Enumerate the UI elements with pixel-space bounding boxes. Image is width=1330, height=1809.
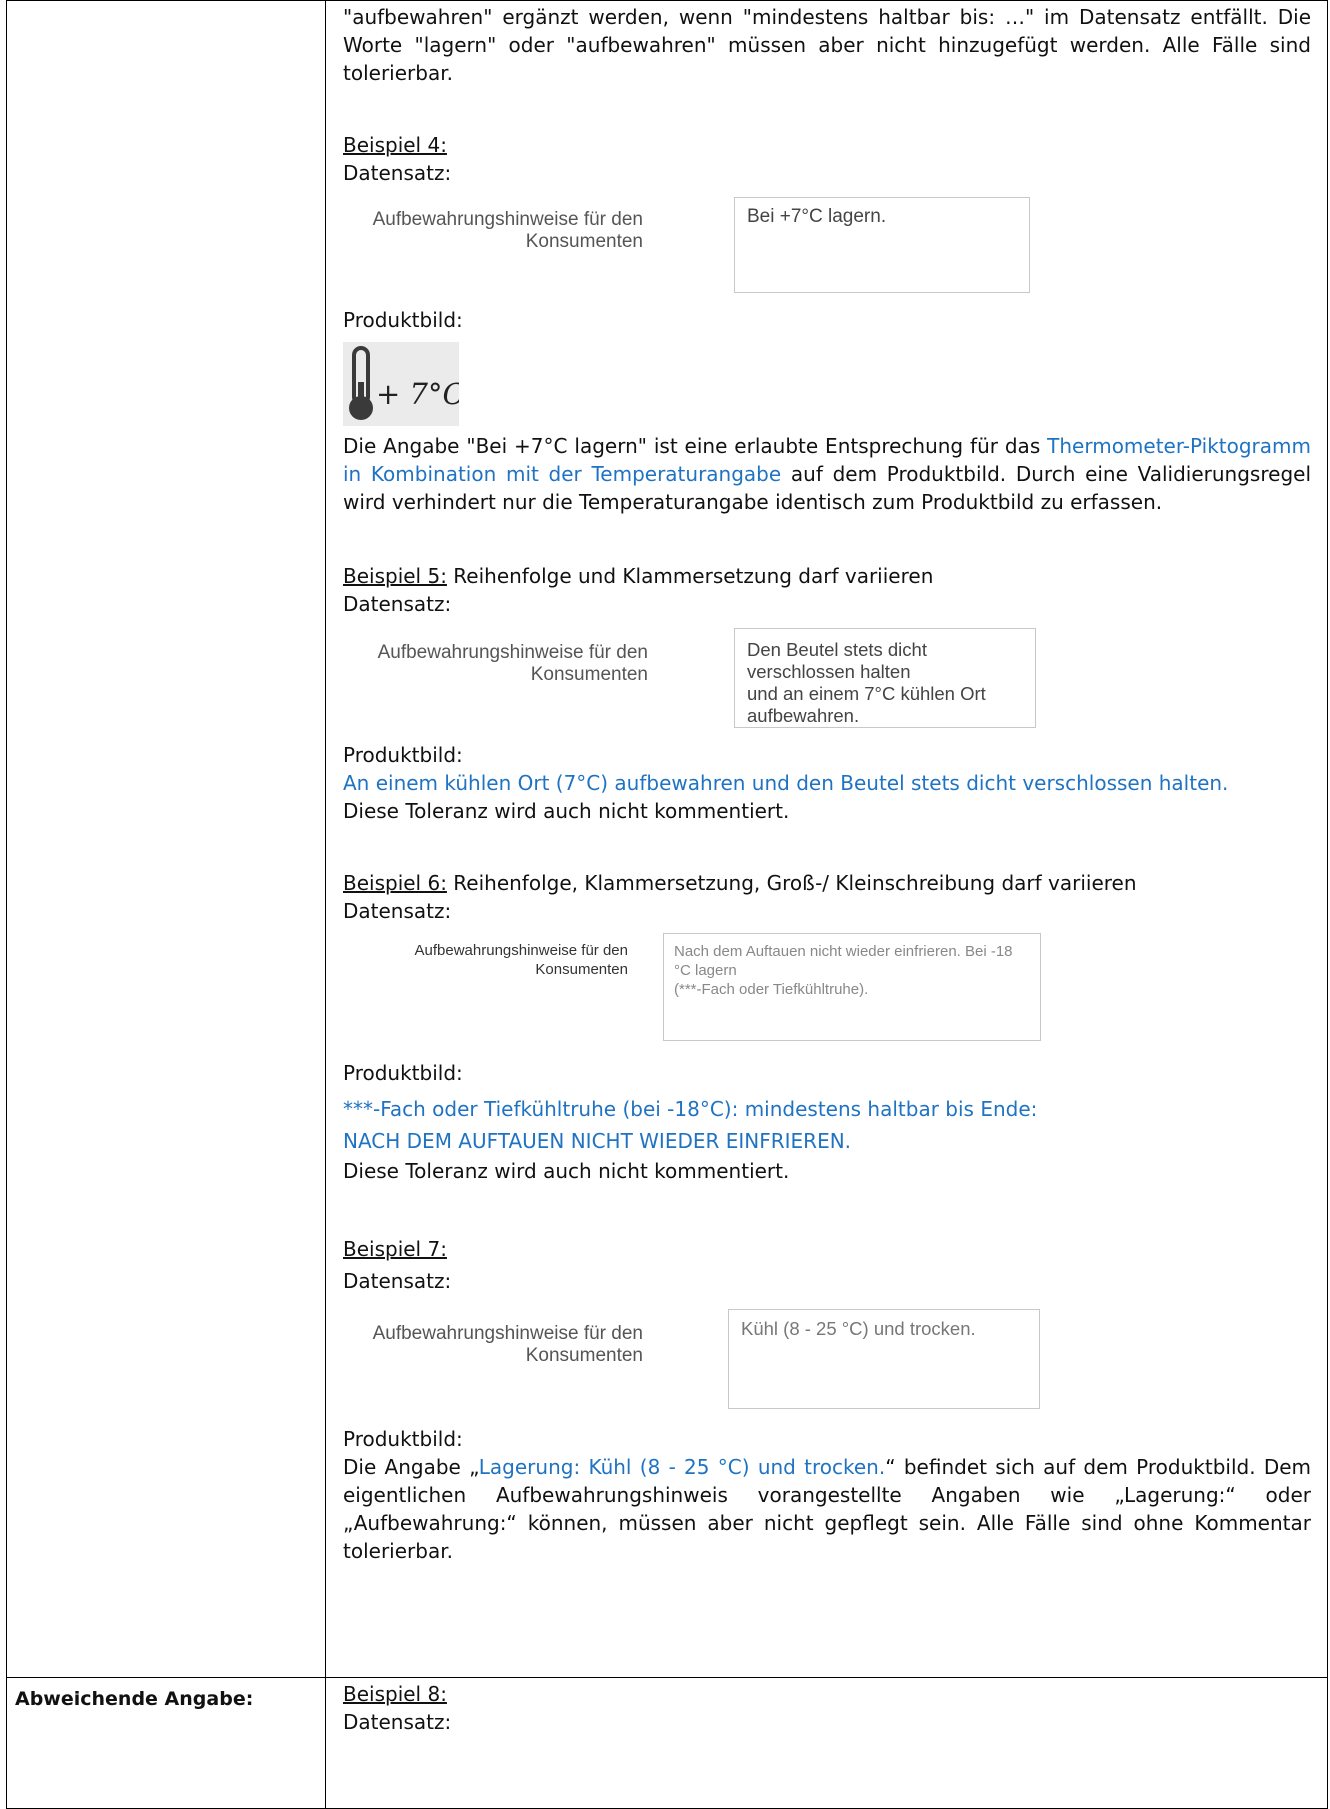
left-column-cell: Abweichende Angabe:	[6, 1677, 326, 1809]
content-cell: "aufbewahren" ergänzt werden, wenn "mind…	[325, 0, 1328, 1678]
table-row: "aufbewahren" ergänzt werden, wenn "mind…	[6, 0, 1328, 1678]
example-7-title: Beispiel 7:	[343, 1237, 447, 1261]
example-4-explanation: Die Angabe "Bei +7°C lagern" ist eine er…	[343, 434, 1311, 514]
datensatz-screenshot: Aufbewahrungshinweise für den Konsumenten…	[343, 197, 1043, 293]
datensatz-screenshot: Aufbewahrungshinweise für den Konsumenten…	[343, 1309, 1043, 1409]
example-5: Beispiel 5: Reihenfolge und Klammersetzu…	[343, 562, 1311, 825]
example-4-title: Beispiel 4:	[343, 133, 447, 157]
field-value-box: Kühl (8 - 25 °C) und trocken.	[728, 1309, 1040, 1409]
produktbild-label: Produktbild:	[343, 1427, 463, 1451]
field-label: Aufbewahrungshinweise für den Konsumenten	[372, 209, 643, 252]
field-label: Aufbewahrungshinweise für den Konsumenten	[372, 1323, 643, 1366]
example-6-product-text: ***-Fach oder Tiefkühltruhe (bei -18°C):…	[343, 1097, 1038, 1153]
field-label: Aufbewahrungshinweise für den Konsumenten	[377, 642, 648, 685]
document-page: "aufbewahren" ergänzt werden, wenn "mind…	[0, 0, 1330, 1809]
field-value-box: Bei +7°C lagern.	[734, 197, 1030, 293]
rules-table: "aufbewahren" ergänzt werden, wenn "mind…	[6, 0, 1328, 1809]
example-6-subtitle: Reihenfolge, Klammersetzung, Groß-/ Klei…	[446, 871, 1137, 895]
example-5-title: Beispiel 5:	[343, 564, 447, 588]
example-7-explanation: Die Angabe „Lagerung: Kühl (8 - 25 °C) u…	[343, 1455, 1312, 1563]
datensatz-label: Datensatz:	[343, 1269, 452, 1293]
thermometer-icon: + 7°C	[349, 346, 465, 420]
svg-text:+ 7°C: + 7°C	[376, 377, 459, 411]
thermometer-pictogram: + 7°C	[343, 342, 465, 426]
datensatz-label: Datensatz:	[343, 592, 452, 616]
table-row: Abweichende Angabe: Beispiel 8: Datensat…	[6, 1677, 1328, 1809]
produktbild-label: Produktbild:	[343, 743, 463, 767]
datensatz-screenshot: Aufbewahrungshinweise für den Konsumenten…	[343, 933, 1043, 1041]
datensatz-label: Datensatz:	[343, 1710, 452, 1734]
datensatz-label: Datensatz:	[343, 161, 452, 185]
field-value-box: Den Beutel stets dicht verschlossen halt…	[734, 628, 1036, 728]
example-5-note: Diese Toleranz wird auch nicht kommentie…	[343, 799, 790, 823]
example-7: Beispiel 7: Datensatz: Aufbewahrungshinw…	[343, 1235, 1311, 1565]
example-6-title: Beispiel 6:	[343, 871, 447, 895]
field-value-box: Nach dem Auftauen nicht wieder einfriere…	[663, 933, 1041, 1041]
example-5-subtitle: Reihenfolge und Klammersetzung darf vari…	[446, 564, 934, 588]
intro-paragraph: "aufbewahren" ergänzt werden, wenn "mind…	[343, 5, 1311, 85]
produktbild-label: Produktbild:	[343, 308, 463, 332]
example-8-title: Beispiel 8:	[343, 1682, 447, 1706]
datensatz-screenshot: Aufbewahrungshinweise für den Konsumenten…	[343, 628, 1043, 728]
example-4: Beispiel 4: Datensatz: Aufbewahrungshinw…	[343, 131, 1311, 516]
row-label: Abweichende Angabe:	[15, 1688, 254, 1710]
field-label: Aufbewahrungshinweise für den Konsumenten	[414, 942, 628, 978]
datensatz-label: Datensatz:	[343, 899, 452, 923]
produktbild-label: Produktbild:	[343, 1061, 463, 1085]
example-6: Beispiel 6: Reihenfolge, Klammersetzung,…	[343, 869, 1311, 1185]
example-6-note: Diese Toleranz wird auch nicht kommentie…	[343, 1159, 790, 1183]
example-5-product-text: An einem kühlen Ort (7°C) aufbewahren un…	[343, 771, 1229, 795]
left-column-cell	[6, 0, 326, 1678]
content-cell: Beispiel 8: Datensatz:	[325, 1677, 1328, 1809]
